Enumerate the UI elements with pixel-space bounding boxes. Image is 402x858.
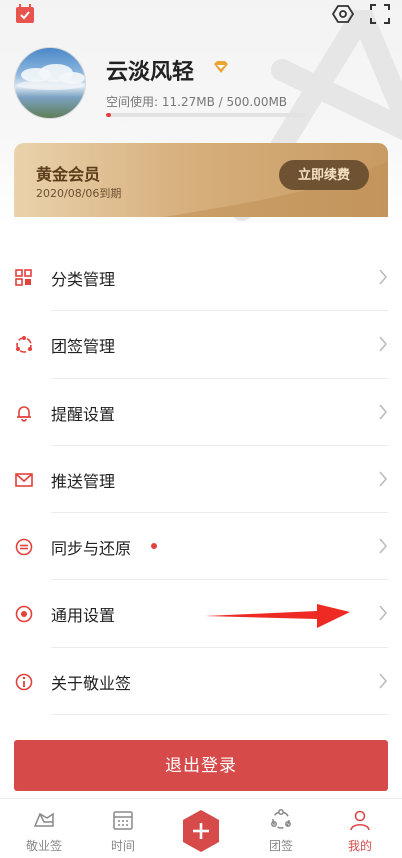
menu-item-push[interactable]: 推送管理 xyxy=(0,446,402,514)
menu-item-sync[interactable]: 同步与还原 xyxy=(0,513,402,581)
settings-menu: 分类管理 团签管理 提醒设置 推送管理 同步与还原 通用设置 关于敬业签 xyxy=(0,244,402,716)
annotation-arrow-icon xyxy=(205,604,350,628)
menu-item-label: 团签管理 xyxy=(51,337,116,357)
team-icon xyxy=(16,336,32,354)
vip-title: 黄金会员 xyxy=(36,165,101,184)
chevron-right-icon xyxy=(379,605,388,622)
tab-time[interactable]: 时间 xyxy=(83,799,163,858)
menu-item-label: 提醒设置 xyxy=(51,404,116,424)
calendar-check-icon[interactable] xyxy=(14,4,36,24)
chevron-right-icon xyxy=(379,269,388,285)
chevron-right-icon xyxy=(379,471,388,487)
chevron-right-icon xyxy=(379,404,388,420)
category-icon xyxy=(15,269,32,286)
tab-notes[interactable]: 敬业签 xyxy=(4,799,84,858)
tab-group[interactable]: 团签 xyxy=(241,799,321,858)
chevron-right-icon xyxy=(379,538,388,554)
chevron-right-icon xyxy=(379,673,388,689)
username: 云淡风轻 xyxy=(106,60,195,85)
vip-diamond-icon xyxy=(214,61,228,73)
menu-item-label: 同步与还原 xyxy=(51,539,132,559)
tab-label: 我的 xyxy=(347,839,372,853)
tab-label: 敬业签 xyxy=(25,839,62,853)
menu-item-label: 通用设置 xyxy=(51,606,116,626)
tab-label: 时间 xyxy=(110,839,135,853)
menu-item-about[interactable]: 关于敬业签 xyxy=(0,648,402,716)
sync-icon xyxy=(15,538,33,556)
menu-item-team[interactable]: 团签管理 xyxy=(0,311,402,379)
tab-mine[interactable]: 我的 xyxy=(320,799,400,858)
menu-item-reminder[interactable]: 提醒设置 xyxy=(0,379,402,446)
menu-item-label: 关于敬业签 xyxy=(51,673,132,693)
fullscreen-icon[interactable] xyxy=(370,4,390,24)
tab-label: 团签 xyxy=(268,839,293,853)
vip-card[interactable]: 黄金会员 2020/08/06到期 立即续费 xyxy=(14,143,388,217)
vip-expire-date: 2020/08/06到期 xyxy=(36,187,122,200)
group-icon xyxy=(271,809,291,829)
new-badge-dot xyxy=(151,543,157,550)
add-button[interactable] xyxy=(181,809,221,853)
avatar[interactable] xyxy=(14,47,86,119)
renew-button[interactable]: 立即续费 xyxy=(279,160,369,190)
profile-header: 云淡风轻 空间使用: 11.27MB / 500.00MB 黄金会员 2020/… xyxy=(0,0,402,225)
user-icon xyxy=(350,810,370,831)
storage-progress-bar xyxy=(106,113,306,117)
storage-progress-fill xyxy=(106,113,111,117)
settings-icon xyxy=(15,606,33,623)
menu-item-category[interactable]: 分类管理 xyxy=(0,244,402,312)
gear-icon[interactable] xyxy=(332,4,354,24)
mail-icon xyxy=(15,473,33,487)
bell-icon xyxy=(17,405,31,422)
calendar-icon xyxy=(113,811,133,830)
chevron-right-icon xyxy=(379,336,388,352)
note-icon xyxy=(33,812,54,827)
menu-item-label: 推送管理 xyxy=(51,471,116,491)
info-icon xyxy=(15,673,33,691)
storage-usage-text: 空间使用: 11.27MB / 500.00MB xyxy=(106,95,288,109)
logout-button[interactable]: 退出登录 xyxy=(14,740,388,791)
divider xyxy=(51,714,388,716)
menu-item-label: 分类管理 xyxy=(51,270,116,289)
